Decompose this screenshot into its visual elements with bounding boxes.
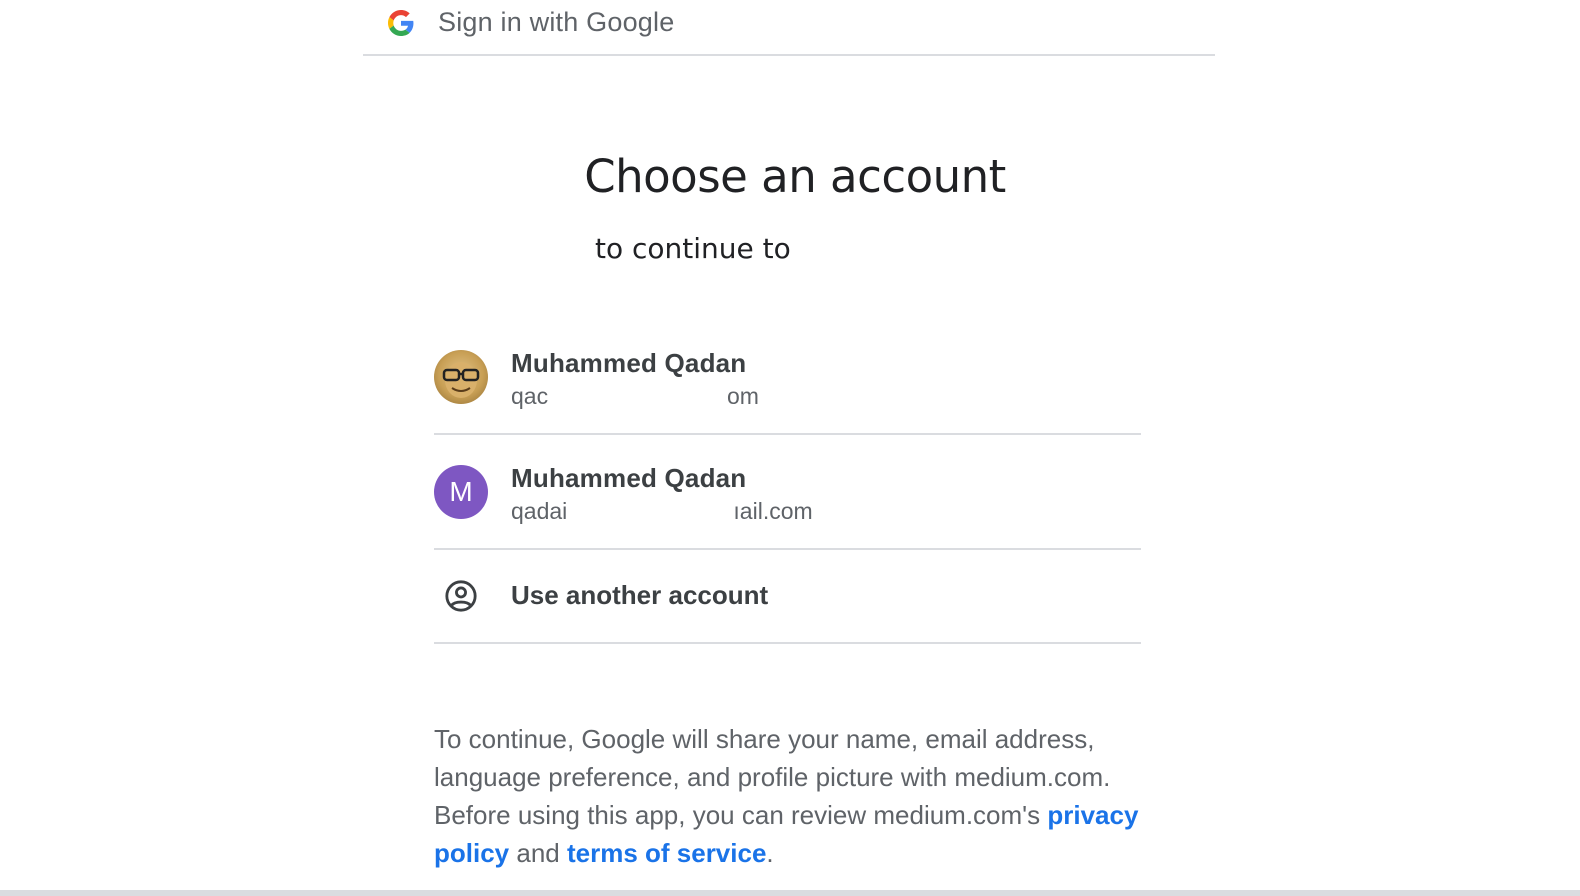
header: Sign in with Google (363, 0, 1215, 56)
avatar (434, 350, 488, 404)
account-item-2[interactable]: M Muhammed Qadan qadai ıail.com (434, 435, 1141, 550)
account-name: Muhammed Qadan (511, 348, 747, 378)
account-name: Muhammed Qadan (511, 463, 747, 493)
account-item-1[interactable]: Muhammed Qadan qac om (434, 320, 1141, 435)
account-email: qadai ıail.com (511, 498, 813, 524)
account-list: Muhammed Qadan qac om M Muhammed Qadan q… (434, 320, 1141, 644)
page-subtitle: to continue to (595, 232, 791, 265)
account-email: qac om (511, 383, 759, 409)
avatar-photo-icon (442, 362, 480, 398)
avatar: M (434, 465, 488, 519)
bottom-divider (0, 890, 1580, 896)
notice-end: . (766, 838, 774, 868)
notice-text: To continue, Google will share your name… (434, 724, 1111, 830)
consent-notice: To continue, Google will share your name… (434, 720, 1154, 872)
notice-and: and (509, 838, 567, 868)
account-circle-icon (445, 580, 477, 612)
page-title: Choose an account (584, 150, 1006, 203)
use-another-account-button[interactable]: Use another account (434, 550, 1141, 644)
google-g-icon (388, 10, 414, 36)
header-title: Sign in with Google (438, 7, 675, 37)
use-another-account-label: Use another account (511, 580, 769, 610)
terms-of-service-link[interactable]: terms of service (567, 838, 766, 868)
